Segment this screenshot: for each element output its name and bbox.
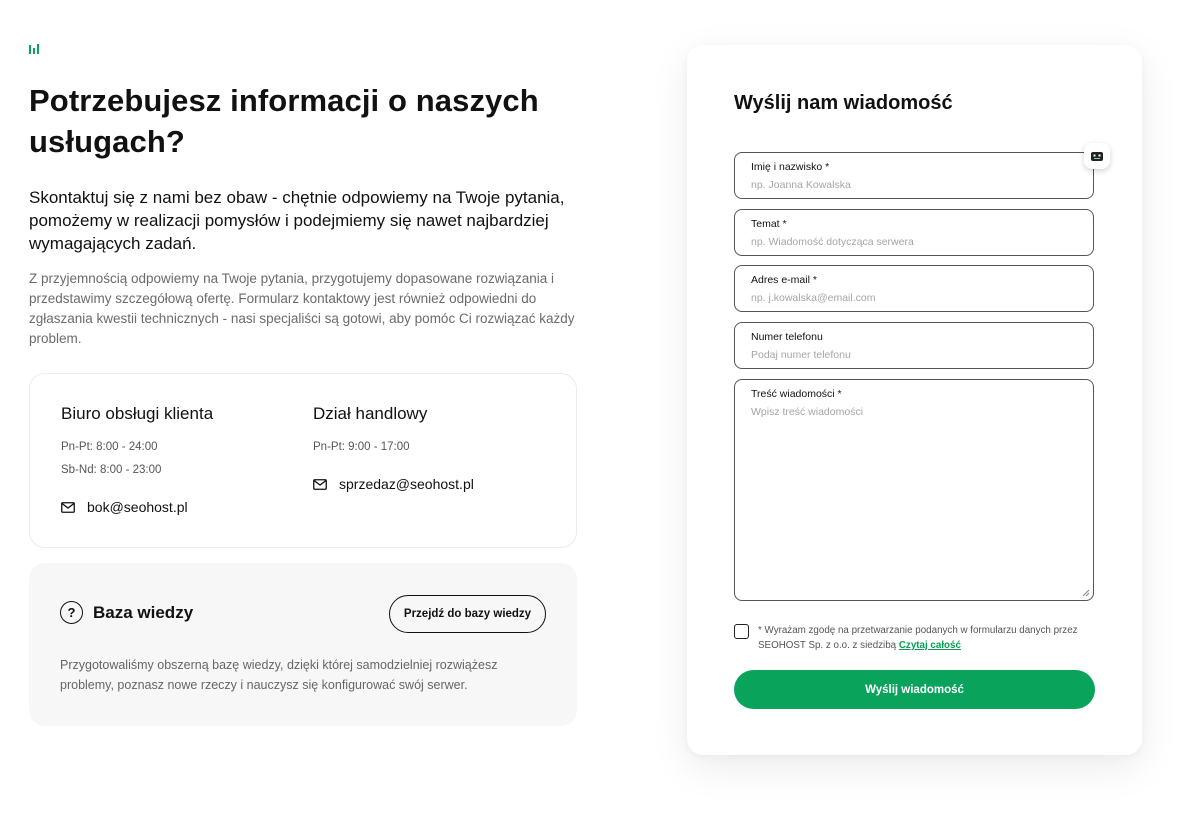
consent-row: * Wyrażam zgodę na przetwarzanie podanyc… [734,623,1099,653]
support-email-text: bok@seohost.pl [87,499,188,515]
knowledge-base-text: Przygotowaliśmy obszerną bazę wiedzy, dz… [60,658,498,692]
sales-email-text: sprzedaz@seohost.pl [339,476,474,492]
knowledge-base-title: Baza wiedzy [93,602,194,622]
message-textarea[interactable] [751,406,1071,586]
sales-title: Dział handlowy [313,404,428,423]
support-email-link[interactable]: bok@seohost.pl [61,499,188,515]
knowledge-base-card: ? Baza wiedzy Przejdź do bazy wiedzy Prz… [29,563,577,726]
name-label: Imię i nazwisko * [751,161,830,173]
message-label: Treść wiadomości * [751,388,842,400]
support-hours-weekday: Pn-Pt: 8:00 - 24:00 [61,441,158,453]
email-label: Adres e-mail * [751,274,817,286]
mail-icon [61,501,75,513]
knowledge-base-header: ? Baza wiedzy [60,601,193,624]
contact-card: Biuro obsługi klienta Pn-Pt: 8:00 - 24:0… [29,373,577,548]
support-column: Biuro obsługi klienta Pn-Pt: 8:00 - 24:0… [61,404,213,482]
logo-icon [29,44,39,54]
phone-field[interactable]: Numer telefonu [734,322,1094,369]
question-icon: ? [60,601,83,624]
knowledge-base-button[interactable]: Przejdź do bazy wiedzy [389,595,546,633]
email-field[interactable]: Adres e-mail * [734,265,1094,312]
description-paragraph: Z przyjemnością odpowiemy na Twoje pytan… [29,271,575,346]
name-field[interactable]: Imię i nazwisko * [734,152,1094,199]
lead-paragraph: Skontaktuj się z nami bez obaw - chętnie… [29,188,565,253]
page-title: Potrzebujesz informacji o naszych usługa… [29,83,539,159]
subject-input[interactable] [751,236,1071,248]
email-input[interactable] [751,292,1071,304]
support-hours-weekend: Sb-Nd: 8:00 - 23:00 [61,464,162,476]
message-field[interactable]: Treść wiadomości * [734,379,1094,601]
phone-input[interactable] [751,349,1071,361]
consent-checkbox[interactable] [734,624,749,639]
support-title: Biuro obsługi klienta [61,404,214,423]
subject-label: Temat * [751,218,787,230]
consent-read-more-link[interactable]: Czytaj całość [899,640,961,651]
subject-field[interactable]: Temat * [734,209,1094,256]
phone-label: Numer telefonu [751,331,823,343]
consent-text: * Wyrażam zgodę na przetwarzanie podanyc… [758,623,1099,653]
contact-form: Wyślij nam wiadomość Imię i nazwisko * T… [687,45,1142,755]
sales-column: Dział handlowy Pn-Pt: 9:00 - 17:00 [313,404,427,459]
sales-email-link[interactable]: sprzedaz@seohost.pl [313,476,474,492]
robot-face-icon [1091,152,1103,161]
mail-icon [313,478,327,490]
name-input[interactable] [751,179,1071,191]
resize-grip-icon[interactable] [1082,589,1090,597]
form-title: Wyślij nam wiadomość [734,92,953,114]
robot-icon[interactable] [1084,143,1110,169]
submit-button[interactable]: Wyślij wiadomość [734,670,1095,709]
sales-hours-weekday: Pn-Pt: 9:00 - 17:00 [313,441,410,453]
